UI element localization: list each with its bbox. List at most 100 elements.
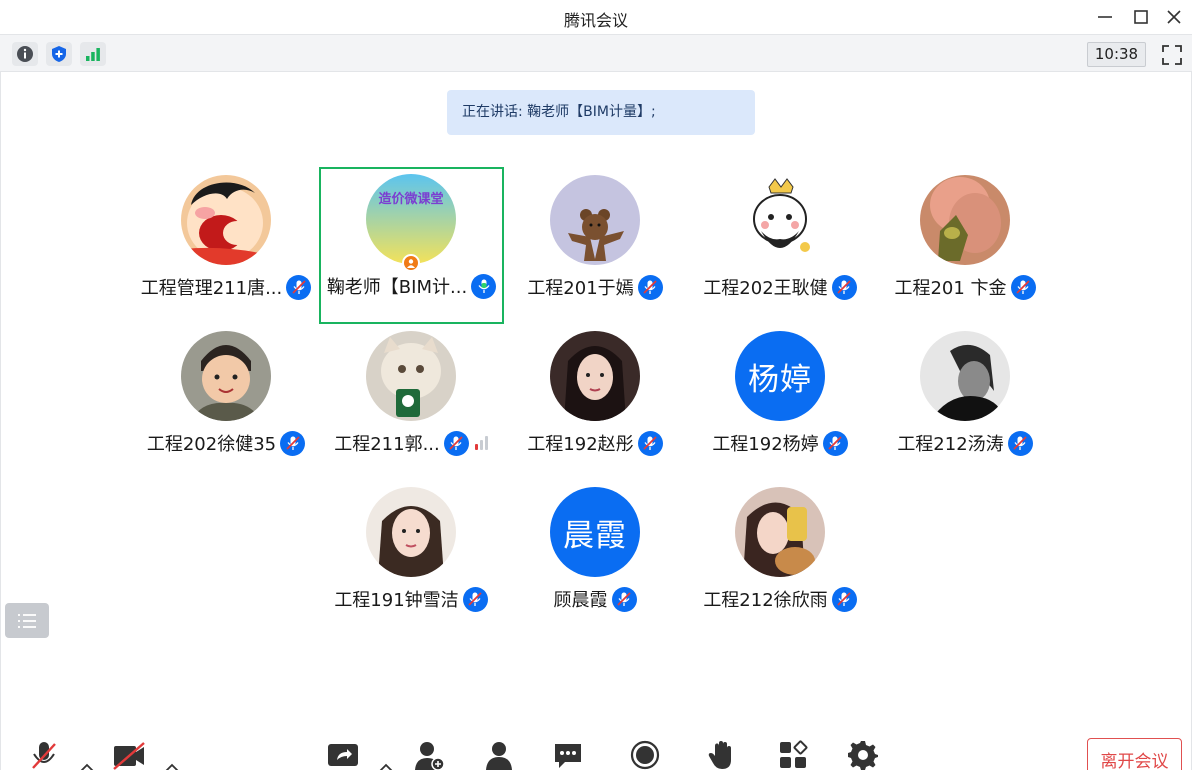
hand-icon	[708, 741, 731, 769]
weak-signal-icon	[474, 436, 488, 450]
meeting-info-button[interactable]	[12, 42, 38, 66]
video-options-chevron[interactable]	[164, 758, 180, 770]
mic-off-icon	[32, 742, 56, 769]
settings-button[interactable]	[848, 740, 878, 770]
mic-muted-icon	[443, 430, 469, 456]
audio-options-chevron[interactable]	[79, 758, 95, 770]
list-icon	[18, 613, 36, 628]
share-screen-button[interactable]	[327, 740, 359, 770]
mic-muted-icon	[831, 586, 857, 612]
member-list-toggle[interactable]	[5, 603, 49, 638]
share-screen-icon	[328, 744, 358, 766]
mic-muted-icon	[280, 430, 306, 456]
participants-button[interactable]	[484, 740, 514, 770]
chat-button[interactable]	[553, 740, 583, 770]
participant-tile[interactable]: 工程202徐健35	[134, 324, 318, 480]
avatar	[550, 331, 640, 421]
video-button[interactable]	[112, 740, 146, 770]
members-icon	[486, 742, 512, 770]
participant-tile[interactable]: 工程管理211唐...	[134, 168, 318, 324]
participant-name: 工程191钟雪洁	[334, 590, 459, 611]
chevron-up-icon	[165, 763, 179, 770]
mute-button[interactable]	[30, 740, 58, 770]
avatar	[181, 175, 271, 265]
avatar-initials: 杨婷	[735, 331, 825, 421]
participant-tile[interactable]: 工程212汤涛	[873, 324, 1057, 480]
maximize-button[interactable]	[1125, 4, 1157, 30]
avatar	[920, 331, 1010, 421]
avatar-text: 造价微课堂	[378, 192, 444, 207]
participant-tile[interactable]: 工程211郭...	[319, 324, 503, 480]
close-button[interactable]	[1158, 4, 1190, 30]
participant-name: 工程202徐健35	[146, 434, 277, 455]
record-icon	[630, 740, 660, 770]
participant-name: 工程192杨婷	[712, 434, 819, 455]
meeting-toolbar: 10:38	[0, 34, 1192, 72]
participant-tile[interactable]: 工程202王耿健	[688, 168, 872, 324]
mic-muted-icon	[637, 430, 663, 456]
participant-tile[interactable]: 工程201 卞金	[873, 168, 1057, 324]
participant-name: 工程212汤涛	[897, 434, 1004, 455]
participant-tile[interactable]: 工程192赵彤	[503, 324, 687, 480]
title-bar: 腾讯会议	[0, 0, 1192, 34]
close-icon	[1167, 10, 1181, 24]
minimize-button[interactable]	[1089, 4, 1121, 30]
raise-hand-button[interactable]	[707, 740, 737, 770]
participant-name: 工程201 卞金	[894, 278, 1007, 299]
signal-bars-icon	[86, 48, 100, 61]
mic-muted-icon	[462, 586, 488, 612]
meeting-timer: 10:38	[1087, 42, 1146, 67]
mic-muted-icon	[637, 274, 663, 300]
share-options-chevron[interactable]	[378, 758, 394, 770]
maximize-icon	[1134, 10, 1148, 24]
meeting-controls: 离开会议	[0, 728, 1192, 770]
mic-muted-icon	[822, 430, 848, 456]
invite-button[interactable]	[414, 740, 446, 770]
participant-name: 鞠老师【BIM计...	[326, 277, 468, 298]
participant-tile[interactable]: 工程201于嫣	[503, 168, 687, 324]
window-title: 腾讯会议	[563, 11, 628, 30]
participant-name: 工程211郭...	[334, 434, 440, 455]
participant-name: 顾晨霞	[553, 590, 608, 611]
apps-icon	[780, 740, 808, 768]
participant-name: 工程192赵彤	[527, 434, 634, 455]
avatar	[735, 175, 825, 265]
participant-tile[interactable]: 工程212徐欣雨	[688, 480, 872, 636]
participant-name: 工程212徐欣雨	[703, 590, 828, 611]
chevron-up-icon	[80, 763, 94, 770]
mic-speaking-icon	[471, 273, 497, 299]
avatar-initials: 晨霞	[550, 487, 640, 577]
mic-muted-icon	[1007, 430, 1033, 456]
avatar	[920, 175, 1010, 265]
add-user-icon	[415, 742, 445, 770]
chevron-up-icon	[379, 763, 393, 770]
apps-button[interactable]	[778, 740, 808, 770]
participant-tile[interactable]: 杨婷 工程192杨婷	[688, 324, 872, 480]
gear-icon	[848, 741, 878, 770]
mic-muted-icon	[1010, 274, 1036, 300]
participant-name: 工程管理211唐...	[140, 278, 283, 299]
avatar	[366, 487, 456, 577]
avatar	[550, 175, 640, 265]
gallery-view: 正在讲话: 鞠老师【BIM计量】; 工程管理211唐... 造价微课堂 鞠老师【…	[0, 72, 1192, 770]
fullscreen-icon	[1162, 44, 1182, 65]
leave-meeting-button[interactable]: 离开会议	[1087, 738, 1182, 770]
security-button[interactable]	[46, 42, 72, 66]
participant-name: 工程202王耿健	[703, 278, 828, 299]
participant-tile[interactable]: 工程191钟雪洁	[319, 480, 503, 636]
participant-tile[interactable]: 晨霞 顾晨霞	[503, 480, 687, 636]
speaking-banner: 正在讲话: 鞠老师【BIM计量】;	[447, 90, 755, 135]
network-status-button[interactable]	[80, 42, 106, 66]
info-icon	[17, 46, 33, 62]
video-off-icon	[113, 742, 145, 770]
avatar	[366, 174, 456, 264]
participant-tile-active-speaker[interactable]: 造价微课堂 鞠老师【BIM计...	[319, 167, 504, 324]
mic-muted-icon	[286, 274, 312, 300]
fullscreen-button[interactable]	[1159, 42, 1185, 67]
avatar	[181, 331, 271, 421]
record-button[interactable]	[630, 740, 660, 770]
avatar	[735, 487, 825, 577]
shield-icon	[52, 46, 66, 62]
host-icon	[402, 254, 420, 272]
chat-icon	[555, 744, 581, 768]
